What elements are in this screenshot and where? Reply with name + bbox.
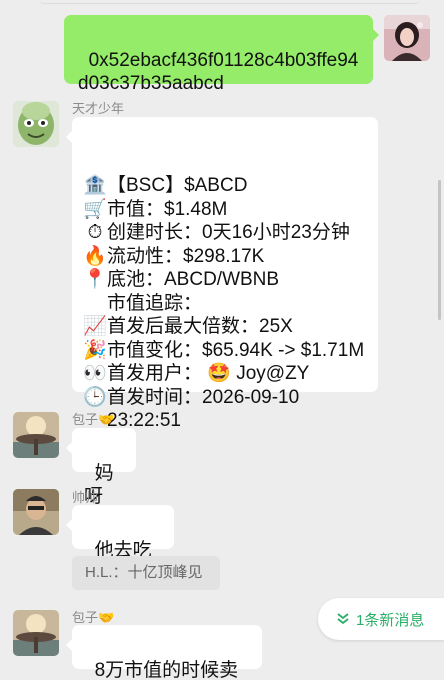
sender-name: 帅帅 <box>72 490 99 505</box>
sender-avatar-shuaishuai[interactable] <box>13 489 59 535</box>
party-popper-icon: 🎉 <box>83 339 107 361</box>
bank-icon: 🏦 <box>83 175 107 196</box>
bot-info-card-bubble[interactable]: 🏦 【BSC】$ABCD 🛒 市值：$1.48M ⏱ 创建时长：0天16小时23分钟 🔥 流动… <box>66 117 378 431</box>
sender-name: 包子🤝 <box>72 610 115 625</box>
quoted-reply[interactable]: H.L.：十亿顶峰见 <box>72 556 220 590</box>
sender-name: 天才少年 <box>72 101 125 116</box>
stopwatch-icon: ⏱ <box>87 222 103 243</box>
clock-icon: 🕒 <box>83 386 107 408</box>
info-line-text: 底池：ABCD/WBNB <box>107 269 280 290</box>
pin-icon: 📍 <box>83 269 107 290</box>
sender-avatar-baozi[interactable] <box>13 610 59 656</box>
info-line-text: 首发时间：2026-09-10 <box>107 386 300 408</box>
info-line-text: 首发用户： 🤩 Joy@ZY <box>107 363 310 384</box>
info-line-text: 【BSC】$ABCD <box>107 175 248 196</box>
info-line: 📍 底池：ABCD/WBNB <box>83 268 370 292</box>
shopping-cart-icon: 🛒 <box>83 198 107 220</box>
sender-avatar-tiancai[interactable] <box>13 101 59 147</box>
previous-message-edge <box>40 0 420 4</box>
double-chevron-down-icon <box>336 612 350 626</box>
info-line-text: 市值变化：$65.94K -> $1.71M <box>107 339 365 361</box>
info-line: 📈 首发后最大倍数：25X <box>83 315 370 339</box>
info-line-text: 首发后最大倍数：25X <box>107 316 293 337</box>
info-card-lines: 🏦 【BSC】$ABCD 🛒 市值：$1.48M ⏱ 创建时长：0天16小时23分钟 🔥 流动… <box>83 174 370 433</box>
new-messages-button[interactable]: 1条新消息 <box>318 598 444 640</box>
eyes-icon: 👀 <box>83 363 107 384</box>
fire-icon: 🔥 <box>83 245 107 267</box>
sender-name: 包子🤝 <box>72 412 115 427</box>
message-text: 0x52ebacf436f01128c4b03ffe94 d03c37b35aa… <box>78 49 359 95</box>
message-text: 8万市值的时候卖了 <box>94 659 239 680</box>
scrollbar[interactable] <box>438 180 441 320</box>
incoming-message-bubble[interactable]: 他去吃吧 <box>66 505 174 584</box>
info-line: 🕒 首发时间：2026-09-10 <box>83 386 370 410</box>
new-messages-label: 1条新消息 <box>356 611 425 629</box>
info-line-text: 创建时长：0天16小时23分钟 <box>107 222 350 243</box>
info-line: 🏦 【BSC】$ABCD <box>83 174 370 198</box>
info-line-text: 流动性：$298.17K <box>107 245 265 267</box>
chart-up-icon: 📈 <box>83 316 107 337</box>
info-line: 👀 首发用户： 🤩 Joy@ZY <box>83 362 370 386</box>
info-line: 🛒 市值：$1.48M <box>83 198 370 222</box>
self-avatar[interactable] <box>384 15 430 61</box>
outgoing-message-bubble[interactable]: 0x52ebacf436f01128c4b03ffe94 d03c37b35aa… <box>64 15 379 94</box>
quoted-text: H.L.：十亿顶峰见 <box>85 564 203 581</box>
info-line: 市值追踪： <box>84 292 370 316</box>
info-line: ⏱ 创建时长：0天16小时23分钟 <box>84 221 370 245</box>
info-line-text: 市值追踪： <box>107 292 203 314</box>
info-line: 🔥 流动性：$298.17K <box>83 245 370 269</box>
info-line: 🎉 市值变化：$65.94K -> $1.71M <box>83 339 370 363</box>
incoming-message-bubble[interactable]: 8万市值的时候卖了 <box>66 625 262 680</box>
incoming-message-bubble[interactable]: 妈呀 <box>66 428 136 507</box>
sender-avatar-baozi[interactable] <box>13 412 59 458</box>
info-line-text: 市值：$1.48M <box>107 198 228 220</box>
